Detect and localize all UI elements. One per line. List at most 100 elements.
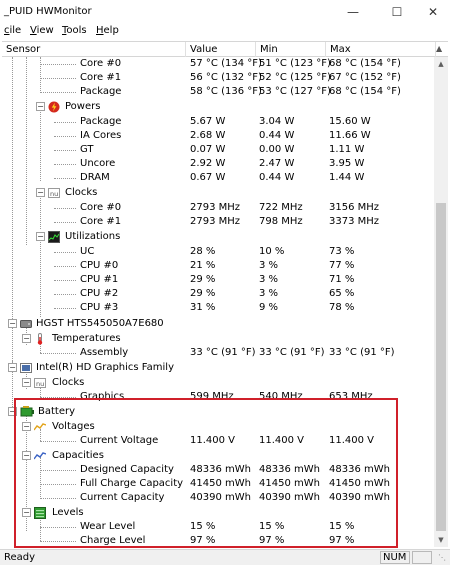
tree-row[interactable]: CPU #3 31 % 9 % 78 % bbox=[2, 301, 434, 315]
tree-row[interactable]: UC 28 % 10 % 73 % bbox=[2, 245, 434, 259]
sensor-label: CPU #0 bbox=[80, 260, 119, 271]
sensor-min: 3 % bbox=[259, 274, 279, 285]
battery-highlight-box bbox=[14, 398, 398, 548]
column-max[interactable]: Max bbox=[326, 42, 436, 57]
sensor-label: Package bbox=[80, 116, 122, 127]
tree-group-clocks[interactable]: − nu Clocks bbox=[2, 376, 434, 390]
sensor-max: 15.60 W bbox=[329, 116, 371, 127]
minimize-button[interactable]: — bbox=[336, 0, 370, 24]
resize-grip-icon[interactable]: ⋱ bbox=[438, 553, 446, 562]
sensor-min: 798 MHz bbox=[259, 216, 303, 227]
collapse-toggle[interactable]: − bbox=[36, 102, 45, 111]
sensor-value: 5.67 W bbox=[190, 116, 226, 127]
tree-row[interactable]: Package 58 °C (136 °F) 53 °C (127 °F) 68 °C… bbox=[2, 85, 434, 99]
collapse-toggle[interactable]: − bbox=[8, 363, 17, 372]
window-title: _PUID HWMonitor bbox=[4, 6, 92, 17]
tree-row[interactable]: Package 5.67 W 3.04 W 15.60 W bbox=[2, 115, 434, 129]
tree-device-gpu[interactable]: − Intel(R) HD Graphics Family bbox=[2, 361, 434, 375]
sensor-label: GT bbox=[80, 144, 94, 155]
collapse-toggle[interactable]: − bbox=[22, 378, 31, 387]
sensor-max: 73 % bbox=[329, 246, 355, 257]
tree-row[interactable]: Core #1 2793 MHz 798 MHz 3373 MHz bbox=[2, 215, 434, 229]
vertical-scrollbar[interactable]: ▲ ▼ bbox=[434, 57, 448, 547]
tree-group-temperatures[interactable]: − Temperatures bbox=[2, 332, 434, 346]
sensor-label: Core #1 bbox=[80, 216, 122, 227]
sensor-label: Uncore bbox=[80, 158, 116, 169]
sensor-label: Package bbox=[80, 86, 122, 97]
column-sensor[interactable]: Sensor bbox=[2, 42, 186, 57]
close-button[interactable]: ✕ bbox=[416, 0, 450, 24]
power-icon bbox=[48, 101, 60, 113]
sensor-min: 10 % bbox=[259, 246, 285, 257]
sensor-min: 33 °C (91 °F) bbox=[259, 347, 325, 358]
sensor-value: 29 % bbox=[190, 288, 216, 299]
clock-icon: nu bbox=[48, 188, 60, 198]
menu-help[interactable]: Help bbox=[96, 25, 119, 36]
menu-tools[interactable]: Tools bbox=[62, 25, 87, 36]
sensor-label: Core #0 bbox=[80, 58, 122, 69]
scrollbar-thumb[interactable] bbox=[436, 203, 446, 531]
collapse-toggle[interactable]: − bbox=[36, 188, 45, 197]
chevron-up-icon[interactable]: ▲ bbox=[436, 44, 448, 55]
tree-group-clocks[interactable]: − nu Clocks bbox=[2, 186, 434, 200]
collapse-toggle[interactable]: − bbox=[22, 334, 31, 343]
scroll-up-icon[interactable]: ▲ bbox=[434, 57, 448, 71]
device-label: Intel(R) HD Graphics Family bbox=[36, 362, 174, 373]
sensor-max: 11.66 W bbox=[329, 130, 371, 141]
menu-bar: cile View Tools Help bbox=[0, 24, 450, 40]
tree-group-utilizations[interactable]: − Utilizations bbox=[2, 230, 434, 244]
maximize-button[interactable]: ☐ bbox=[380, 0, 414, 24]
sensor-min: 0.44 W bbox=[259, 130, 295, 141]
column-min[interactable]: Min bbox=[256, 42, 326, 57]
sensor-min: 51 °C (123 °F) bbox=[259, 58, 331, 69]
sensor-max: 71 % bbox=[329, 274, 355, 285]
tree-row[interactable]: Uncore 2.92 W 2.47 W 3.95 W bbox=[2, 157, 434, 171]
collapse-toggle[interactable]: − bbox=[8, 319, 17, 328]
tree-group-powers[interactable]: − Powers bbox=[2, 100, 434, 114]
tree-row[interactable]: Core #0 57 °C (134 °F) 51 °C (123 °F) 68 °C… bbox=[2, 57, 434, 71]
sensor-value: 29 % bbox=[190, 274, 216, 285]
tree-row[interactable]: Core #1 56 °C (132 °F) 52 °C (125 °F) 67 °C… bbox=[2, 71, 434, 85]
sensor-max: 68 °C (154 °F) bbox=[329, 58, 401, 69]
scroll-down-icon[interactable]: ▼ bbox=[434, 533, 448, 547]
tree-device-hdd[interactable]: − HGST HTS545050A7E680 bbox=[2, 317, 434, 331]
svg-text:nu: nu bbox=[50, 190, 58, 198]
sensor-value: 2.92 W bbox=[190, 158, 226, 169]
sensor-min: 0.44 W bbox=[259, 172, 295, 183]
collapse-toggle[interactable]: − bbox=[36, 232, 45, 241]
tree-row[interactable]: DRAM 0.67 W 0.44 W 1.44 W bbox=[2, 171, 434, 185]
sensor-min: 53 °C (127 °F) bbox=[259, 86, 331, 97]
sensor-value: 2793 MHz bbox=[190, 216, 241, 227]
sensor-value: 0.07 W bbox=[190, 144, 226, 155]
sensor-value: 0.67 W bbox=[190, 172, 226, 183]
sensor-min: 0.00 W bbox=[259, 144, 295, 155]
group-label: Powers bbox=[65, 101, 101, 112]
title-bar[interactable]: _PUID HWMonitor — ☐ ✕ bbox=[0, 0, 450, 24]
sensor-value: 28 % bbox=[190, 246, 216, 257]
graphics-card-icon bbox=[20, 363, 32, 373]
column-value[interactable]: Value bbox=[186, 42, 256, 57]
tree-row[interactable]: CPU #0 21 % 3 % 77 % bbox=[2, 259, 434, 273]
group-label: Temperatures bbox=[52, 333, 121, 344]
group-label: Utilizations bbox=[65, 231, 121, 242]
sensor-min: 3 % bbox=[259, 288, 279, 299]
sensor-max: 68 °C (154 °F) bbox=[329, 86, 401, 97]
tree-row[interactable]: Assembly 33 °C (91 °F) 33 °C (91 °F) 33 °C … bbox=[2, 346, 434, 360]
status-text: Ready bbox=[4, 552, 36, 563]
sensor-value: 2793 MHz bbox=[190, 202, 241, 213]
tree-row[interactable]: GT 0.07 W 0.00 W 1.11 W bbox=[2, 143, 434, 157]
tree-row[interactable]: CPU #2 29 % 3 % 65 % bbox=[2, 287, 434, 301]
sensor-max: 65 % bbox=[329, 288, 355, 299]
tree-row[interactable]: CPU #1 29 % 3 % 71 % bbox=[2, 273, 434, 287]
num-lock-indicator: NUM bbox=[380, 551, 410, 564]
sensor-max: 3373 MHz bbox=[329, 216, 380, 227]
sensor-label: CPU #1 bbox=[80, 274, 119, 285]
menu-view[interactable]: View bbox=[30, 25, 54, 36]
tree-row[interactable]: IA Cores 2.68 W 0.44 W 11.66 W bbox=[2, 129, 434, 143]
sensor-max: 67 °C (152 °F) bbox=[329, 72, 401, 83]
sensor-min: 9 % bbox=[259, 302, 279, 313]
sensor-value: 57 °C (134 °F) bbox=[190, 58, 262, 69]
menu-file[interactable]: cile bbox=[4, 25, 21, 36]
tree-row[interactable]: Core #0 2793 MHz 722 MHz 3156 MHz bbox=[2, 201, 434, 215]
clock-icon: nu bbox=[34, 378, 46, 388]
